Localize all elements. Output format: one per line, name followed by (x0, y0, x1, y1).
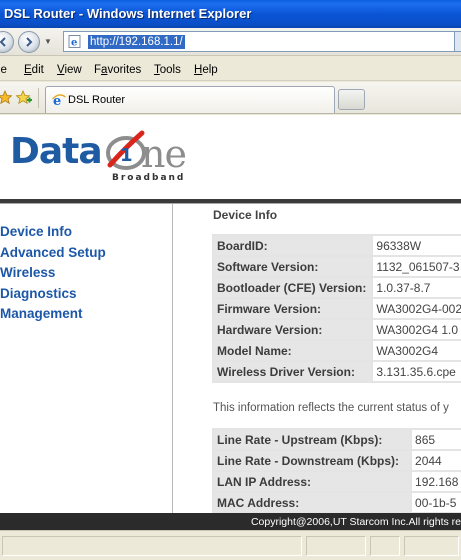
status-note: This information reflects the current st… (213, 402, 449, 414)
row-label: Hardware Version: (211, 318, 374, 341)
forward-arrow-icon (26, 37, 33, 47)
address-url[interactable]: http://192.168.1.1/ (88, 35, 185, 49)
address-toolbar: ▼ e http://192.168.1.1/ (0, 28, 461, 56)
status-pane (370, 536, 400, 556)
table-row: Wireless Driver Version: 3.131.35.6.cpe (211, 360, 461, 383)
row-value: WA3002G4-002 (371, 297, 461, 320)
menu-tools[interactable]: Tools (154, 63, 181, 77)
row-label: Bootloader (CFE) Version: (211, 276, 374, 299)
row-value: WA3002G4 (371, 339, 461, 362)
status-pane (306, 536, 366, 556)
window-title: DSL Router - Windows Internet Explorer (4, 6, 252, 21)
add-favorites-icon[interactable] (16, 90, 32, 106)
row-label: Firmware Version: (211, 297, 374, 320)
svg-text:e: e (71, 38, 77, 49)
back-arrow-icon (0, 37, 6, 47)
window-title-bar: DSL Router - Windows Internet Explorer (0, 0, 461, 28)
logo-tagline: Broadband (112, 173, 186, 183)
page-header: Data 1 ne Broadband (0, 115, 461, 199)
history-dropdown-icon[interactable]: ▼ (44, 37, 52, 46)
sidebar-item-device-info[interactable]: Device Info (0, 224, 72, 239)
row-value: 1132_061507-3 (371, 255, 461, 278)
row-value: 865 (410, 428, 461, 451)
row-label: Wireless Driver Version: (211, 360, 374, 383)
row-label: LAN IP Address: (211, 470, 413, 493)
svg-text:1: 1 (120, 145, 133, 166)
page-footer: Copyright@2006,UT Starcom Inc.All rights… (0, 513, 461, 530)
row-value: 00-1b-5 (410, 491, 461, 514)
logo-text-data: Data (10, 131, 103, 172)
favorites-star-icon[interactable] (0, 90, 12, 104)
router-page: Data 1 ne Broadband Device Info Advanced… (0, 115, 461, 530)
menu-favorites[interactable]: Favorites (94, 63, 141, 77)
row-value: 1.0.37-8.7 (371, 276, 461, 299)
new-tab-button[interactable] (338, 89, 365, 110)
logo-text-one: ne (141, 132, 187, 176)
address-dropdown-button[interactable] (454, 32, 461, 51)
menu-view[interactable]: View (57, 63, 82, 77)
row-label: MAC Address: (211, 491, 413, 514)
table-row: Bootloader (CFE) Version: 1.0.37-8.7 (211, 276, 461, 299)
row-label: Model Name: (211, 339, 374, 362)
dataone-logo: Data 1 ne Broadband (8, 130, 208, 191)
device-info-table: BoardID: 96338W Software Version: 1132_061… (211, 234, 461, 383)
row-label: Line Rate - Downstream (Kbps): (211, 449, 413, 472)
row-value: 96338W (371, 234, 461, 257)
copyright-text: Copyright@2006,UT Starcom Inc.All rights… (250, 516, 461, 528)
row-value: 2044 (410, 449, 461, 472)
page-title: Device Info (213, 208, 278, 222)
sidebar-nav: Device Info Advanced Setup Wireless Diag… (0, 204, 172, 530)
menu-help[interactable]: Help (194, 63, 218, 77)
main-content: Device Info BoardID: 96338W Software Vers… (173, 204, 461, 530)
sidebar-item-management[interactable]: Management (0, 306, 83, 321)
back-button[interactable] (0, 31, 14, 53)
sidebar-item-advanced-setup[interactable]: Advanced Setup (0, 245, 106, 260)
ie-page-icon: e (68, 35, 81, 49)
status-bar (0, 530, 461, 560)
table-row: Model Name: WA3002G4 (211, 339, 461, 362)
row-value: WA3002G4 1.0 (371, 318, 461, 341)
tab-separator (38, 88, 39, 108)
sidebar-item-wireless[interactable]: Wireless (0, 265, 55, 280)
table-row: Software Version: 1132_061507-3 (211, 255, 461, 278)
tab-dsl-router[interactable]: e DSL Router (45, 86, 335, 113)
table-row: Line Rate - Downstream (Kbps): 2044 (211, 449, 461, 472)
table-row: Firmware Version: WA3002G4-002 (211, 297, 461, 320)
table-row: Line Rate - Upstream (Kbps): 865 (211, 428, 461, 451)
row-value: 3.131.35.6.cpe (371, 360, 461, 383)
address-bar[interactable]: e http://192.168.1.1/ (63, 31, 461, 52)
status-text-pane (2, 536, 302, 556)
tab-bar: e DSL Router (0, 82, 461, 114)
row-label: Line Rate - Upstream (Kbps): (211, 428, 413, 451)
ie-page-icon: e (52, 94, 66, 107)
forward-button[interactable] (18, 31, 40, 53)
menu-file[interactable]: le (0, 63, 7, 77)
tab-label: DSL Router (68, 94, 126, 106)
row-label: Software Version: (211, 255, 374, 278)
menu-edit[interactable]: Edit (24, 63, 44, 77)
table-row: LAN IP Address: 192.168 (211, 470, 461, 493)
row-value: 192.168 (410, 470, 461, 493)
table-row: BoardID: 96338W (211, 234, 461, 257)
table-row: Hardware Version: WA3002G4 1.0 (211, 318, 461, 341)
row-label: BoardID: (211, 234, 374, 257)
sidebar-item-diagnostics[interactable]: Diagnostics (0, 286, 77, 301)
status-pane (404, 536, 459, 556)
table-row: MAC Address: 00-1b-5 (211, 491, 461, 514)
line-status-table: Line Rate - Upstream (Kbps): 865 Line Rat… (211, 428, 461, 514)
menu-bar: le Edit View Favorites Tools Help (0, 57, 461, 81)
